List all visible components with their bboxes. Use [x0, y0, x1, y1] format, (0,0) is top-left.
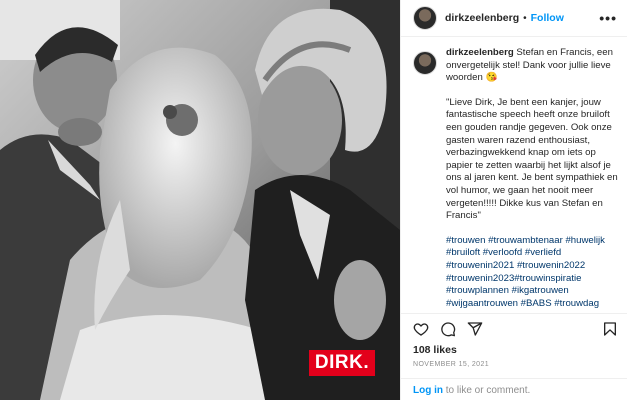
header-username[interactable]: dirkzeelenberg	[445, 12, 519, 24]
post-sidebar: dirkzeelenberg • Follow ••• dirkzeelenbe…	[400, 0, 627, 400]
more-icon[interactable]: •••	[599, 11, 617, 25]
action-bar	[401, 313, 627, 339]
avatar[interactable]	[413, 51, 437, 75]
post-photo[interactable]: DIRK.	[0, 0, 400, 400]
avatar[interactable]	[413, 6, 437, 30]
likes-count[interactable]: 108 likes	[413, 344, 457, 356]
follow-button[interactable]: Follow	[531, 12, 564, 24]
share-icon[interactable]	[467, 321, 483, 337]
caption-text: dirkzeelenberg Stefan en Francis, een on…	[446, 47, 618, 309]
dirk-logo: DIRK.	[309, 350, 375, 376]
login-link[interactable]: Log in	[413, 385, 443, 396]
heart-icon[interactable]	[413, 321, 429, 337]
login-bar: Log in to like or comment.	[401, 378, 627, 400]
caption-hashtags[interactable]: #trouwen #trouwambtenaar #huwelijk #brui…	[446, 235, 618, 309]
header-separator: •	[523, 12, 527, 24]
wedding-photo	[0, 0, 400, 400]
caption-username[interactable]: dirkzeelenberg	[446, 47, 514, 58]
login-text: to like or comment.	[443, 385, 531, 396]
caption-comment: dirkzeelenberg Stefan en Francis, een on…	[413, 47, 618, 309]
post-date[interactable]: NOVEMBER 15, 2021	[413, 361, 489, 368]
bookmark-icon[interactable]	[602, 321, 618, 337]
post-header: dirkzeelenberg • Follow •••	[401, 0, 627, 37]
comment-icon[interactable]	[440, 321, 456, 337]
caption-quote: "Lieve Dirk, Je bent een kanjer, jouw fa…	[446, 96, 618, 222]
caption-area: dirkzeelenberg Stefan en Francis, een on…	[401, 47, 627, 309]
